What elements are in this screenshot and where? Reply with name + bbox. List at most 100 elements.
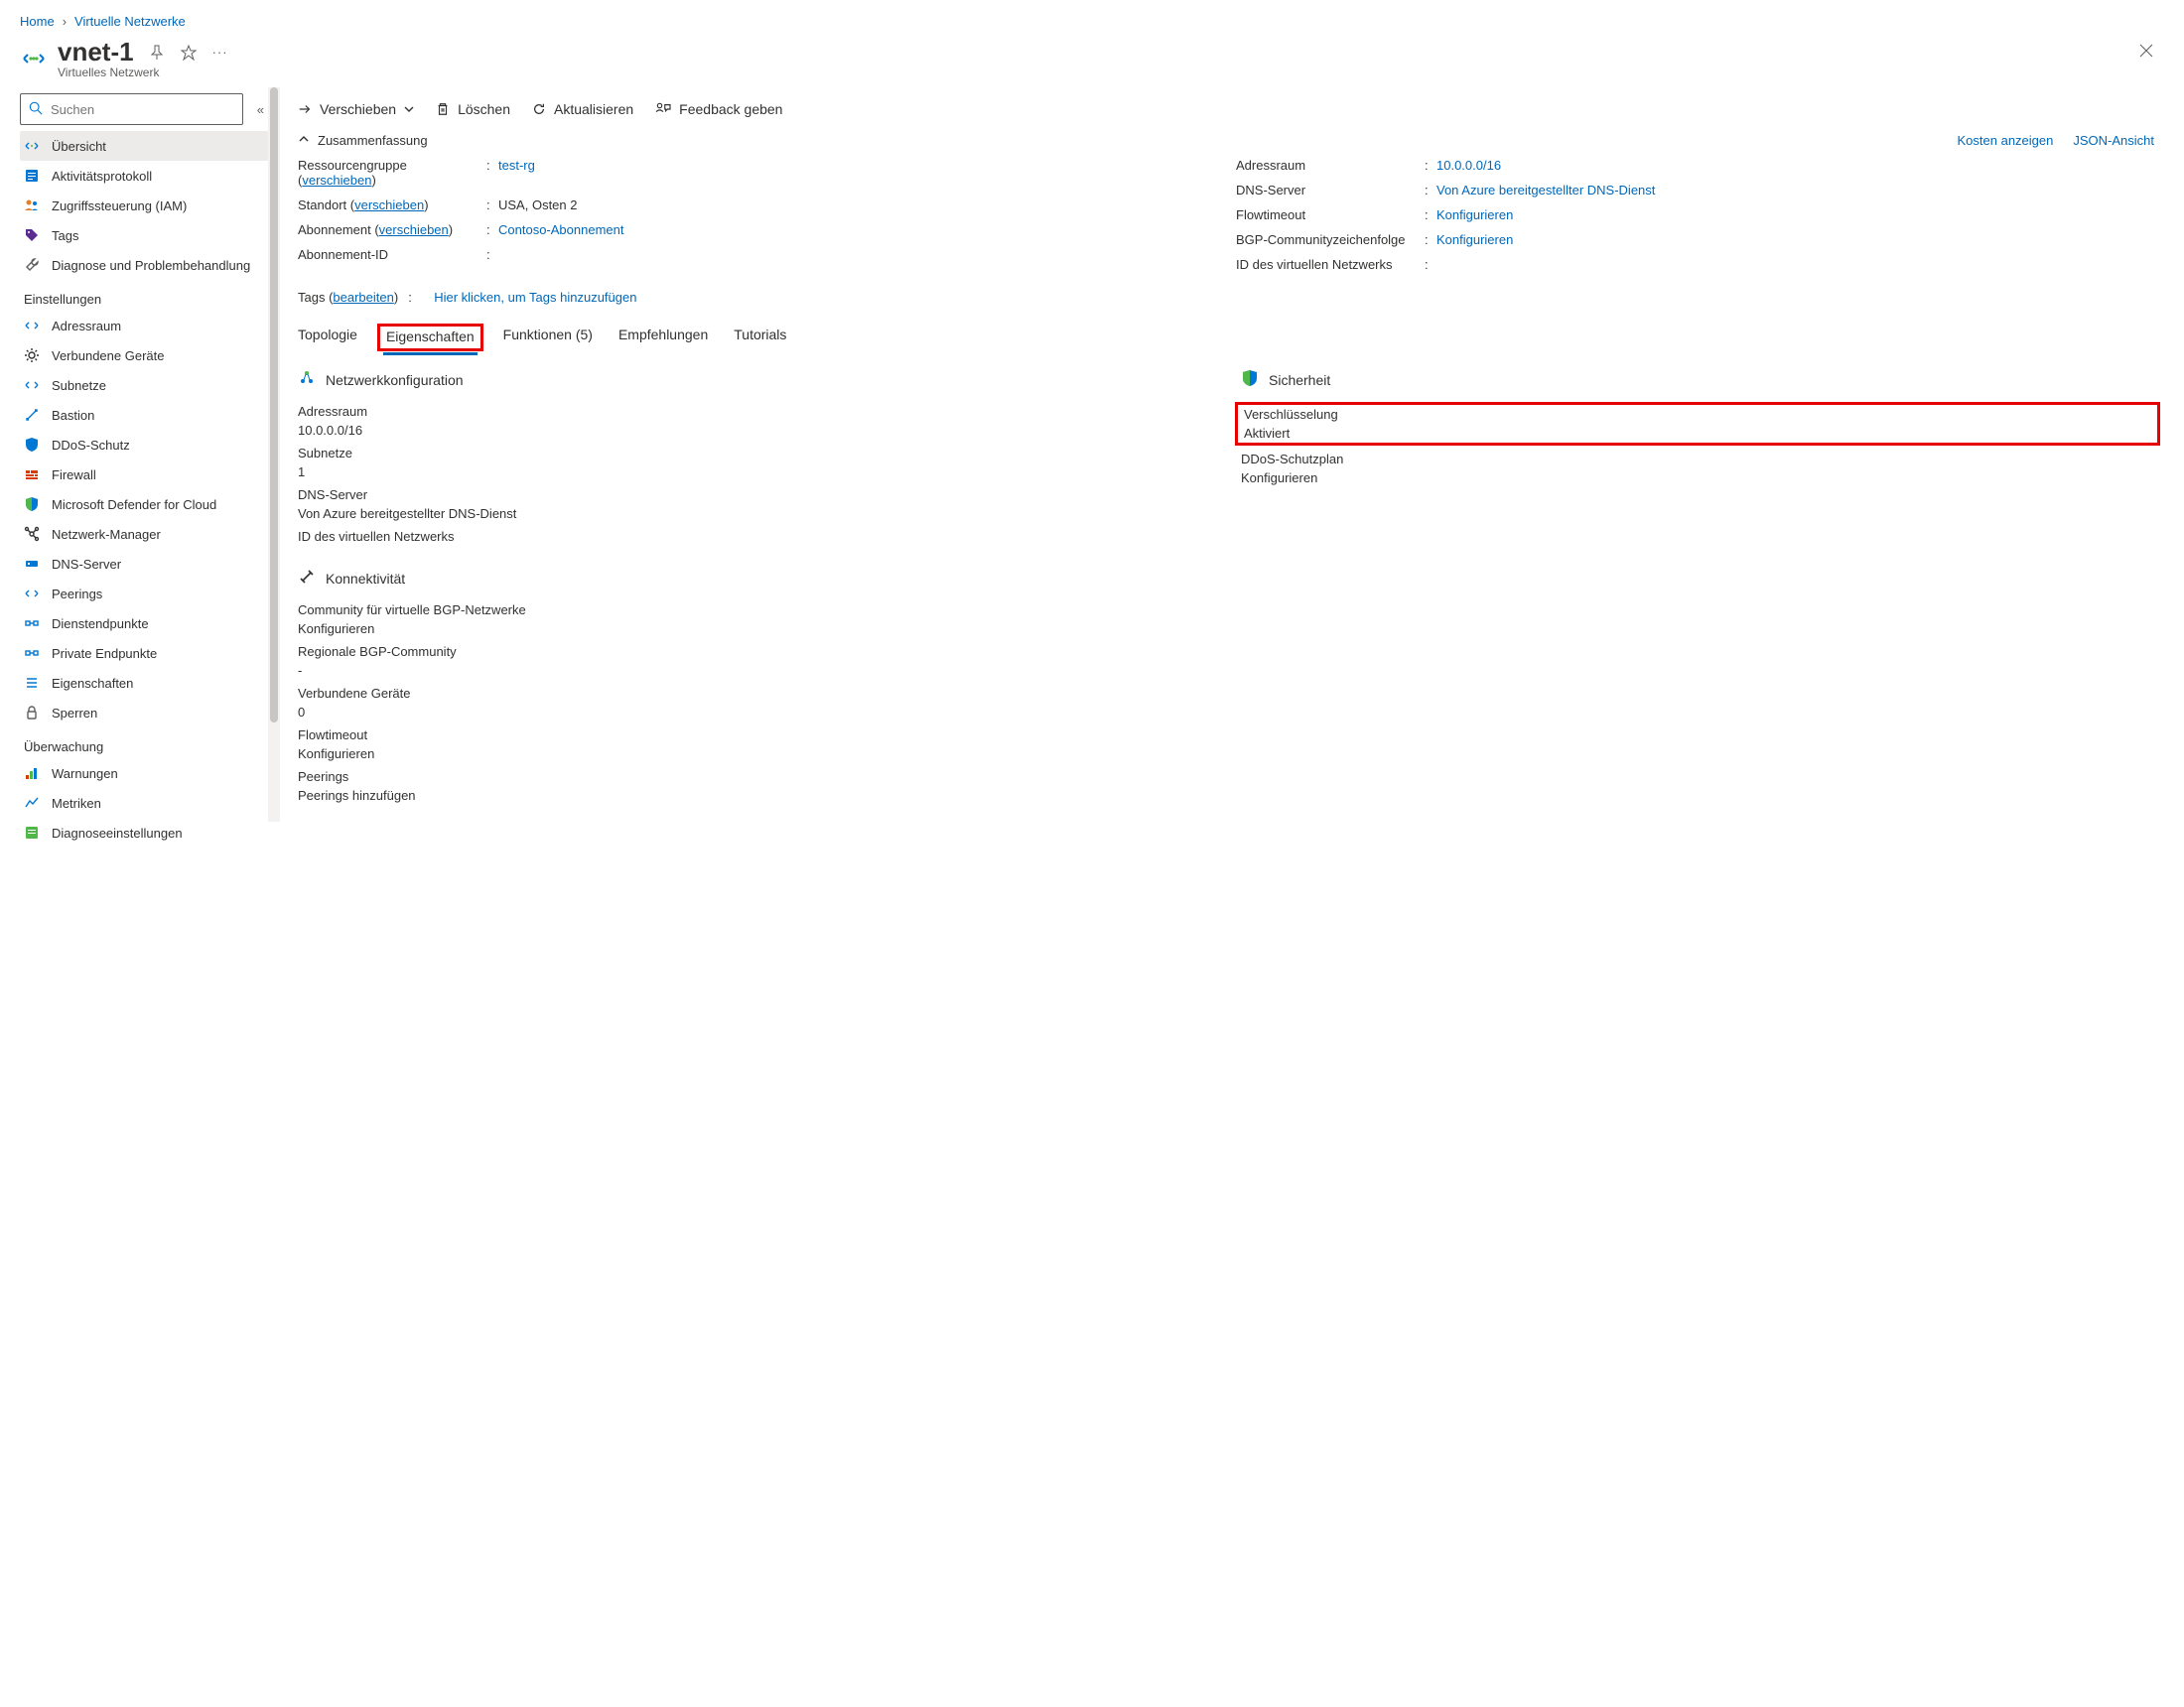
tab-capabilities[interactable]: Funktionen (5) <box>503 321 593 355</box>
chevron-up-icon[interactable] <box>298 133 310 148</box>
delete-button[interactable]: Löschen <box>436 101 510 117</box>
sidebar-item-address-space[interactable]: Adressraum <box>20 311 268 340</box>
dns-value[interactable]: Von Azure bereitgestellter DNS-Dienst <box>1436 183 1655 197</box>
breadcrumb-vnets[interactable]: Virtuelle Netzwerke <box>74 14 186 29</box>
sidebar-item-peerings[interactable]: Peerings <box>20 579 268 608</box>
breadcrumb-home[interactable]: Home <box>20 14 55 29</box>
tab-topology[interactable]: Topologie <box>298 321 357 355</box>
sidebar-item-iam[interactable]: Zugriffssteuerung (IAM) <box>20 191 268 220</box>
sidebar-item-label: Private Endpunkte <box>52 646 157 661</box>
sidebar-item-label: DNS-Server <box>52 557 121 572</box>
sidebar-item-diagnostic-settings[interactable]: Diagnoseeinstellungen <box>20 818 268 848</box>
sec-enc-value[interactable]: Aktiviert <box>1244 426 1290 441</box>
search-input[interactable] <box>49 101 234 118</box>
sidebar-item-activity-log[interactable]: Aktivitätsprotokoll <box>20 161 268 191</box>
refresh-button[interactable]: Aktualisieren <box>532 101 633 117</box>
sidebar-item-label: Firewall <box>52 467 96 482</box>
conn-title: Konnektivität <box>326 571 405 587</box>
search-icon <box>29 101 43 118</box>
sidebar-item-firewall[interactable]: Firewall <box>20 460 268 489</box>
scrollbar-track[interactable] <box>268 87 280 822</box>
sidebar-item-private-endpoints[interactable]: Private Endpunkte <box>20 638 268 668</box>
close-icon[interactable] <box>2128 37 2164 69</box>
sidebar-item-label: Warnungen <box>52 766 118 781</box>
sidebar-item-alerts[interactable]: Warnungen <box>20 758 268 788</box>
breadcrumb-separator: › <box>63 14 67 29</box>
properties-panel: Netzwerkkonfiguration Adressraum 10.0.0.… <box>278 355 2154 811</box>
sidebar-item-tags[interactable]: Tags <box>20 220 268 250</box>
conn-peer-value[interactable]: Peerings hinzufügen <box>298 788 416 803</box>
sidebar-item-endpoints[interactable]: Dienstendpunkte <box>20 608 268 638</box>
tags-add-link[interactable]: Hier klicken, um Tags hinzuzufügen <box>434 290 636 305</box>
tag-icon <box>24 227 40 243</box>
chevron-down-icon <box>404 104 414 114</box>
sidebar-item-ddos[interactable]: DDoS-Schutz <box>20 430 268 460</box>
sidebar-item-label: Subnetze <box>52 378 106 393</box>
sidebar-collapse-icon[interactable]: « <box>253 102 268 117</box>
sec-ddos-value[interactable]: Konfigurieren <box>1241 470 1317 485</box>
page-subtitle: Virtuelles Netzwerk <box>58 66 229 79</box>
tab-tutorials[interactable]: Tutorials <box>734 321 786 355</box>
private-endpoints-icon <box>24 645 40 661</box>
sec-ddos-label: DDoS-Schutzplan <box>1241 452 2154 466</box>
addr-value[interactable]: 10.0.0.0/16 <box>1436 158 1501 173</box>
sidebar-item-label: Adressraum <box>52 319 121 333</box>
netconf-dns-value[interactable]: Von Azure bereitgestellter DNS-Dienst <box>298 506 516 521</box>
sec-enc-label: Verschlüsselung <box>1244 407 2151 422</box>
sidebar-item-locks[interactable]: Sperren <box>20 698 268 727</box>
sidebar-item-dns[interactable]: DNS-Server <box>20 549 268 579</box>
sidebar-item-bastion[interactable]: Bastion <box>20 400 268 430</box>
conn-devices-value[interactable]: 0 <box>298 705 305 720</box>
star-icon[interactable] <box>180 44 198 62</box>
shield-icon <box>24 437 40 453</box>
tab-bar: Topologie Eigenschaften Funktionen (5) E… <box>298 311 2154 355</box>
netconf-subnets-value[interactable]: 1 <box>298 464 305 479</box>
essentials-panel: Zusammenfassung Kosten anzeigen JSON-Ans… <box>278 129 2154 305</box>
netconf-addr-value[interactable]: 10.0.0.0/16 <box>298 423 362 438</box>
sidebar-item-overview[interactable]: Übersicht <box>20 131 268 161</box>
conn-flow-value[interactable]: Konfigurieren <box>298 746 374 761</box>
flow-value[interactable]: Konfigurieren <box>1436 207 1513 222</box>
bgp-value[interactable]: Konfigurieren <box>1436 232 1513 247</box>
rg-move-link[interactable]: verschieben <box>302 173 371 188</box>
more-icon[interactable]: ··· <box>211 44 229 62</box>
sidebar-item-defender[interactable]: Microsoft Defender for Cloud <box>20 489 268 519</box>
tab-recommendations[interactable]: Empfehlungen <box>618 321 708 355</box>
sidebar-item-network-manager[interactable]: Netzwerk-Manager <box>20 519 268 549</box>
netconf-dns-label: DNS-Server <box>298 487 1211 502</box>
loc-move-link[interactable]: verschieben <box>354 197 424 212</box>
network-manager-icon <box>24 526 40 542</box>
trash-icon <box>436 102 450 116</box>
json-view-link[interactable]: JSON-Ansicht <box>2073 133 2154 148</box>
essentials-title: Zusammenfassung <box>318 133 428 148</box>
sub-value[interactable]: Contoso-Abonnement <box>498 222 623 237</box>
page-title: vnet-1 <box>58 37 134 67</box>
netconf-icon <box>298 369 316 390</box>
search-input-wrap[interactable] <box>20 93 243 125</box>
conn-bgp-value[interactable]: Konfigurieren <box>298 621 374 636</box>
show-cost-link[interactable]: Kosten anzeigen <box>1958 133 2054 148</box>
metrics-icon <box>24 795 40 811</box>
move-button[interactable]: Verschieben <box>298 101 414 117</box>
sidebar-item-diagnose[interactable]: Diagnose und Problembehandlung <box>20 250 268 280</box>
tags-edit-link[interactable]: bearbeiten <box>333 290 393 305</box>
sidebar-item-connected-devices[interactable]: Verbundene Geräte <box>20 340 268 370</box>
scrollbar-thumb[interactable] <box>270 87 278 722</box>
feedback-button[interactable]: Feedback geben <box>655 101 782 117</box>
rg-label: Ressourcengruppe (verschieben) <box>298 158 486 188</box>
conn-peer-label: Peerings <box>298 769 1211 784</box>
sidebar-item-label: Diagnose und Problembehandlung <box>52 258 250 273</box>
tab-properties[interactable]: Eigenschaften <box>383 321 478 355</box>
sidebar-item-subnets[interactable]: Subnetze <box>20 370 268 400</box>
pin-icon[interactable] <box>148 44 166 62</box>
sidebar-item-properties[interactable]: Eigenschaften <box>20 668 268 698</box>
sidebar-item-metrics[interactable]: Metriken <box>20 788 268 818</box>
activity-log-icon <box>24 168 40 184</box>
rg-value[interactable]: test-rg <box>498 158 535 188</box>
subid-label: Abonnement-ID <box>298 247 486 262</box>
refresh-label: Aktualisieren <box>554 101 633 117</box>
sidebar-item-label: Diagnoseeinstellungen <box>52 826 183 841</box>
loc-label: Standort (verschieben) <box>298 197 486 212</box>
conn-flow-label: Flowtimeout <box>298 727 1211 742</box>
sub-move-link[interactable]: verschieben <box>379 222 449 237</box>
